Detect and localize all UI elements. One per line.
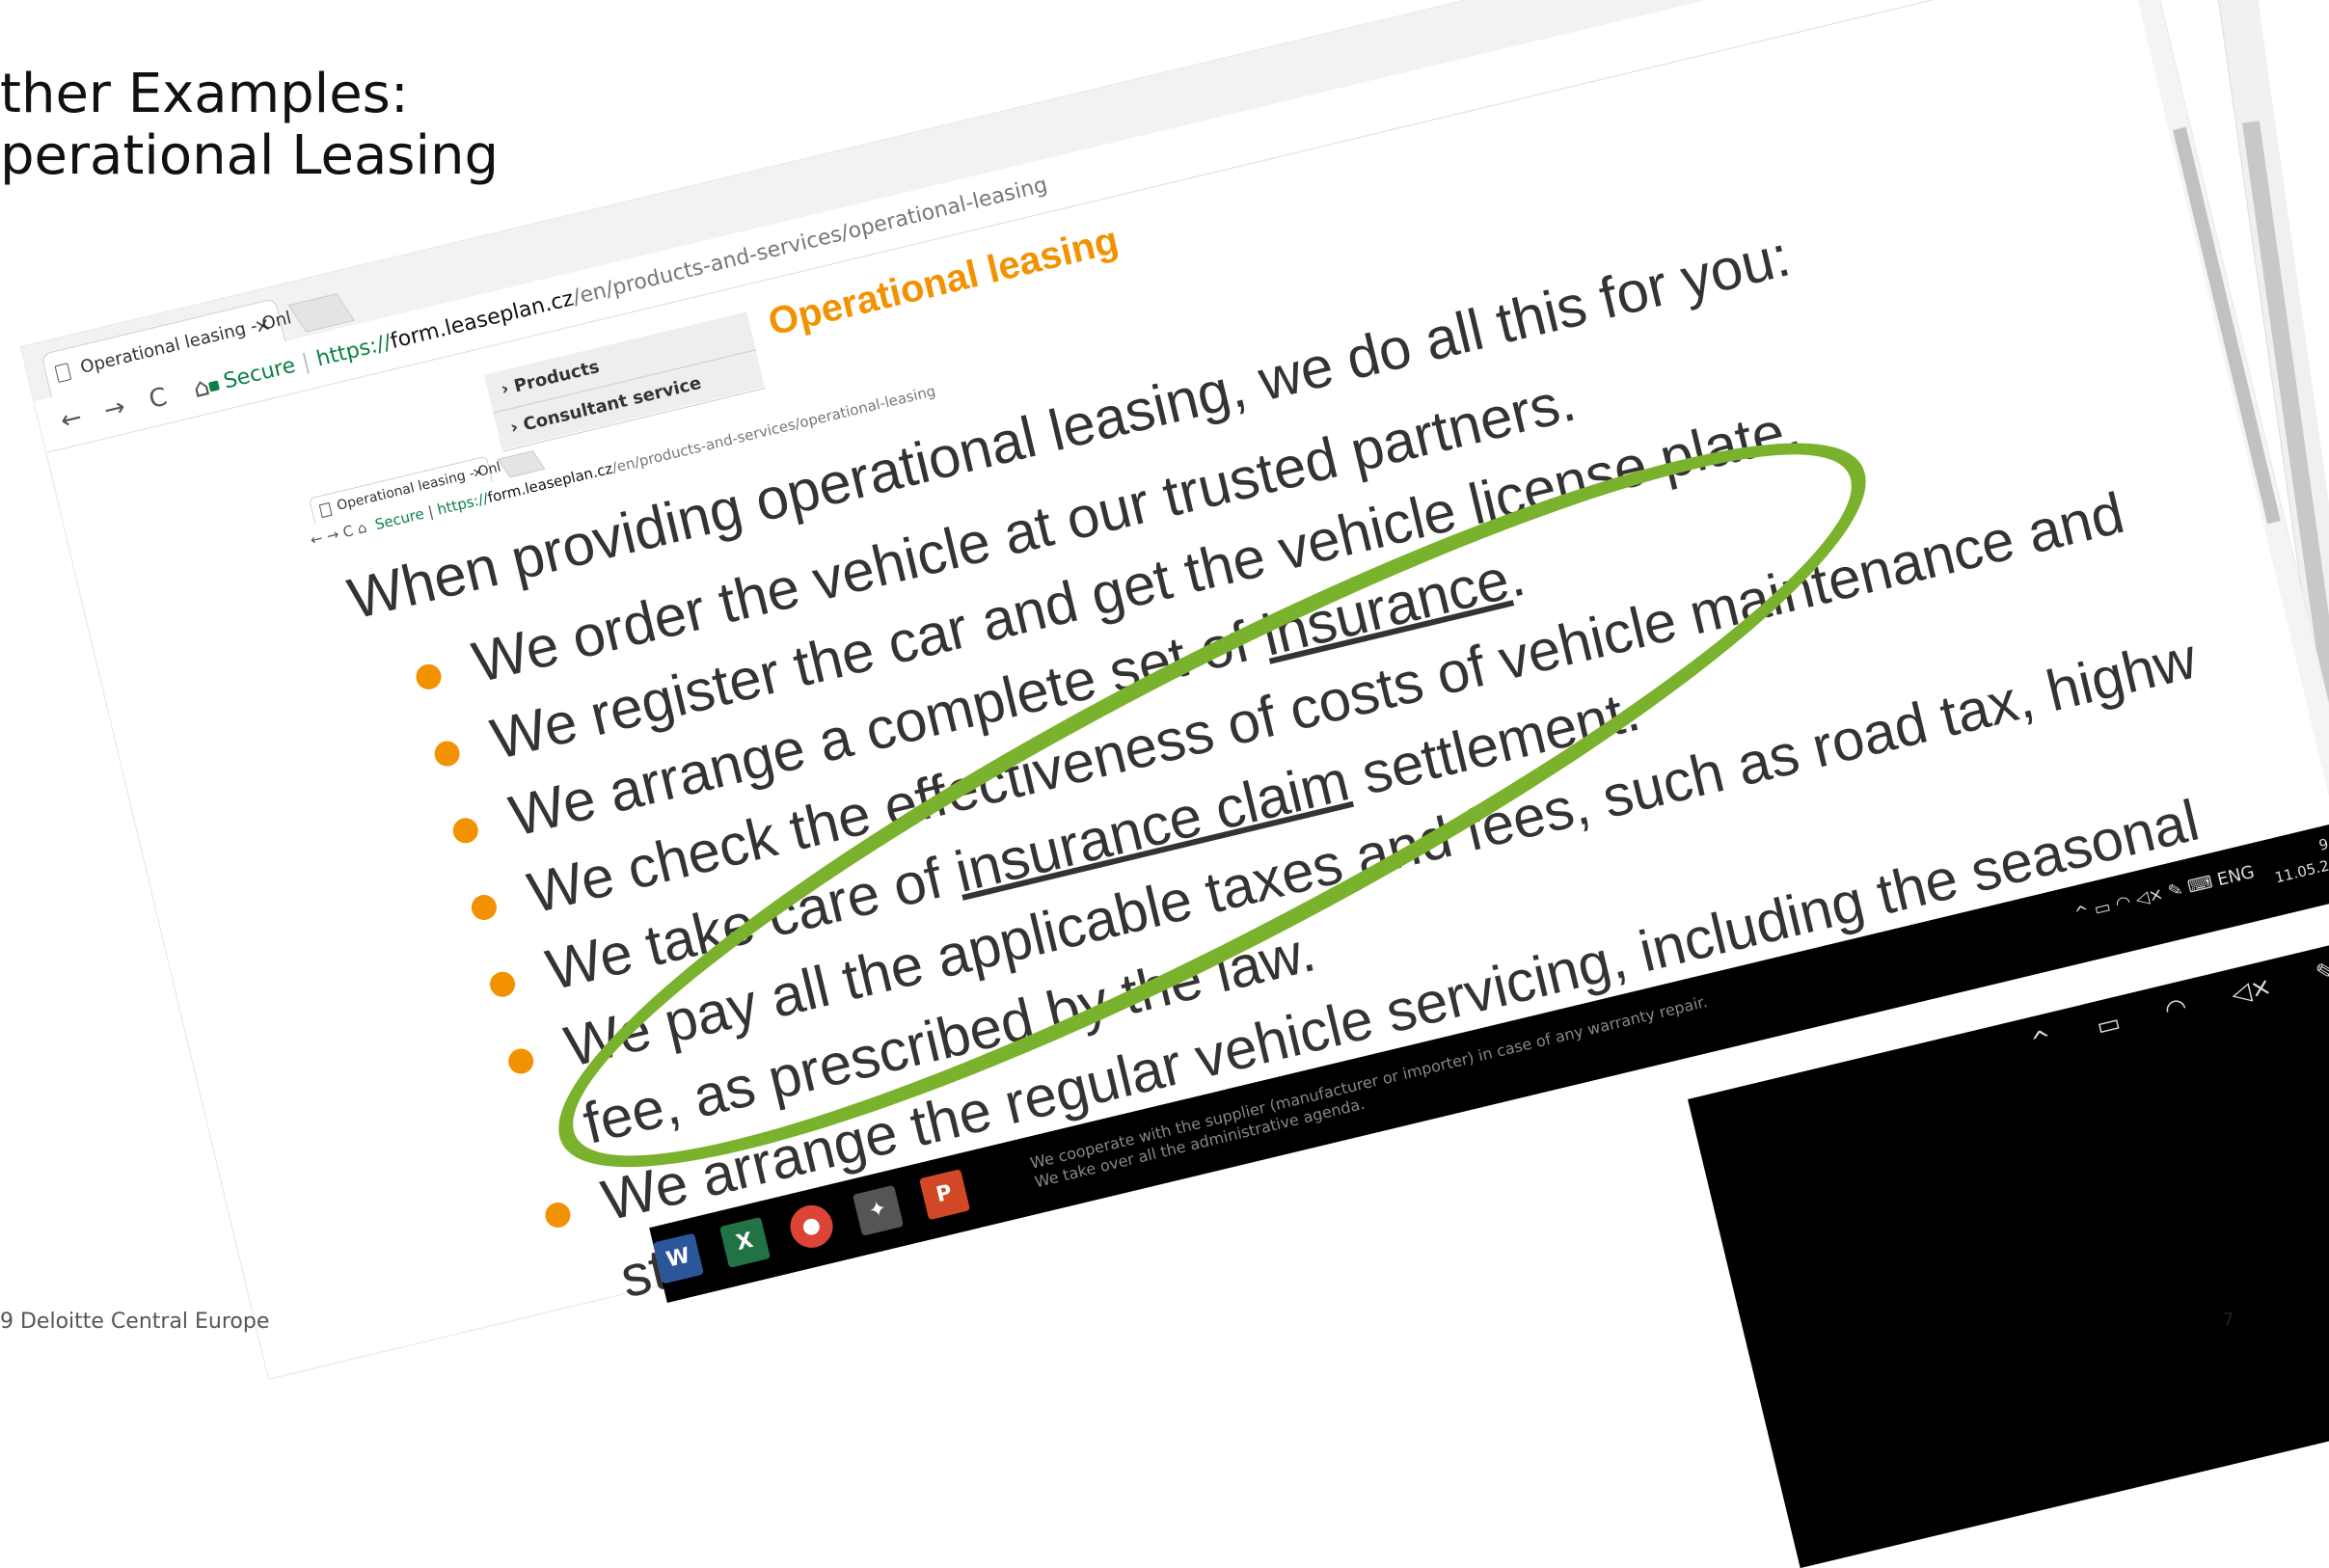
forward-icon[interactable]: →: [94, 391, 136, 427]
page-icon: [54, 363, 72, 383]
word-icon[interactable]: W: [652, 1232, 704, 1284]
slide-footer: 9 Deloitte Central Europe: [0, 1310, 270, 1334]
inner-address-separator: |: [425, 502, 436, 521]
wifi-icon[interactable]: ◠: [2162, 992, 2190, 1025]
bullet-icon: [487, 969, 518, 1000]
inner-page-icon: [318, 501, 333, 519]
chevron-up-icon[interactable]: ^: [2028, 1025, 2055, 1058]
inner-home-icon[interactable]: ⌂: [356, 519, 368, 538]
language-indicator[interactable]: ENG: [2215, 862, 2257, 890]
address-separator: |: [299, 349, 312, 376]
inner-url-scheme[interactable]: https://: [436, 490, 490, 519]
chrome-icon[interactable]: ●: [785, 1201, 837, 1253]
back-icon[interactable]: ←: [50, 401, 93, 438]
inner-forward-icon[interactable]: →: [325, 526, 340, 545]
bullet-icon: [431, 738, 463, 770]
clock[interactable]: 9:40 11.05.2018: [2268, 827, 2329, 888]
excel-icon[interactable]: X: [718, 1216, 771, 1269]
volume-muted-icon[interactable]: ◁×: [2229, 972, 2275, 1010]
secure-label: Secure: [221, 353, 298, 394]
inner-back-icon[interactable]: ←: [309, 529, 324, 549]
volume-muted-icon[interactable]: ◁×: [2133, 883, 2165, 909]
slide-title-line2: perational Leasing: [0, 124, 500, 187]
lock-icon: [207, 380, 220, 392]
clock-date: 11.05.2018: [2273, 850, 2329, 887]
reload-icon[interactable]: C: [137, 380, 179, 417]
keyboard-icon[interactable]: ⌨: [2185, 872, 2214, 897]
powerpoint-icon[interactable]: P: [918, 1169, 970, 1221]
slide-title-line1: ther Examples:: [0, 63, 409, 125]
url-scheme: https://: [313, 330, 394, 372]
slide-title: ther Examples: perational Leasing: [0, 64, 499, 187]
bullet-icon: [542, 1200, 574, 1230]
wifi-icon[interactable]: ◠: [2114, 892, 2133, 915]
bullet-icon: [469, 892, 500, 923]
bullet-icon: [450, 815, 481, 846]
pen-icon[interactable]: ✎: [2166, 879, 2185, 903]
inner-reload-icon[interactable]: C: [341, 522, 355, 541]
pen-icon[interactable]: ✎: [2313, 957, 2329, 989]
battery-icon[interactable]: ▭: [2092, 897, 2112, 920]
clock-time: 9:40: [2316, 829, 2329, 854]
bullet-icon: [505, 1045, 536, 1077]
chevron-up-icon[interactable]: ^: [2072, 902, 2092, 925]
inner-secure-label: Secure: [373, 504, 426, 534]
bullet-icon: [413, 662, 445, 692]
page-number: 7: [2223, 1310, 2234, 1330]
app-icon[interactable]: ✦: [852, 1184, 904, 1236]
battery-icon[interactable]: ▭: [2094, 1009, 2124, 1042]
